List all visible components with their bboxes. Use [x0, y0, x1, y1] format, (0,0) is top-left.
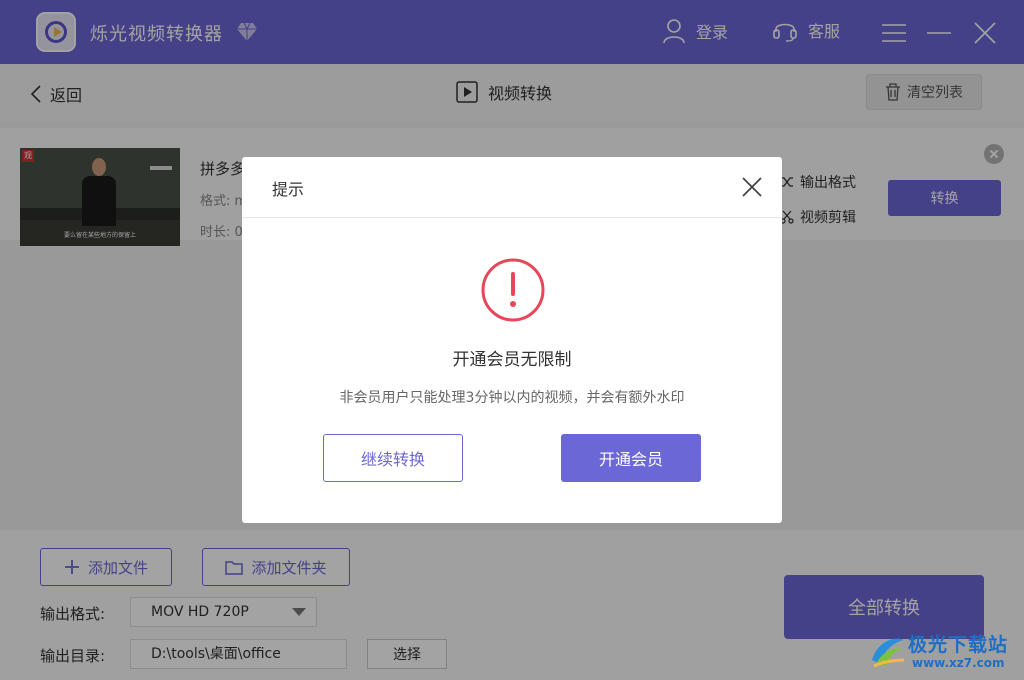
warning-icon [481, 258, 545, 322]
open-membership-button[interactable]: 开通会员 [561, 434, 701, 482]
dialog-header: 提示 [242, 157, 782, 218]
aurora-logo-icon [872, 638, 905, 668]
dialog-heading: 开通会员无限制 [452, 350, 572, 370]
watermark-text: 极光下载站 [908, 634, 1009, 656]
membership-dialog: 提示 开通会员无限制 非会员用户只能处理3分钟以内的视频，并会有额外水印 继续转… [242, 157, 782, 523]
watermark-url: www.xz7.com [912, 656, 1005, 670]
site-watermark: 极光下载站 www.xz7.com [868, 622, 1018, 680]
dialog-title: 提示 [272, 180, 305, 199]
continue-convert-button[interactable]: 继续转换 [323, 434, 463, 482]
dialog-description: 非会员用户只能处理3分钟以内的视频，并会有额外水印 [339, 390, 685, 406]
close-icon[interactable] [738, 173, 766, 201]
